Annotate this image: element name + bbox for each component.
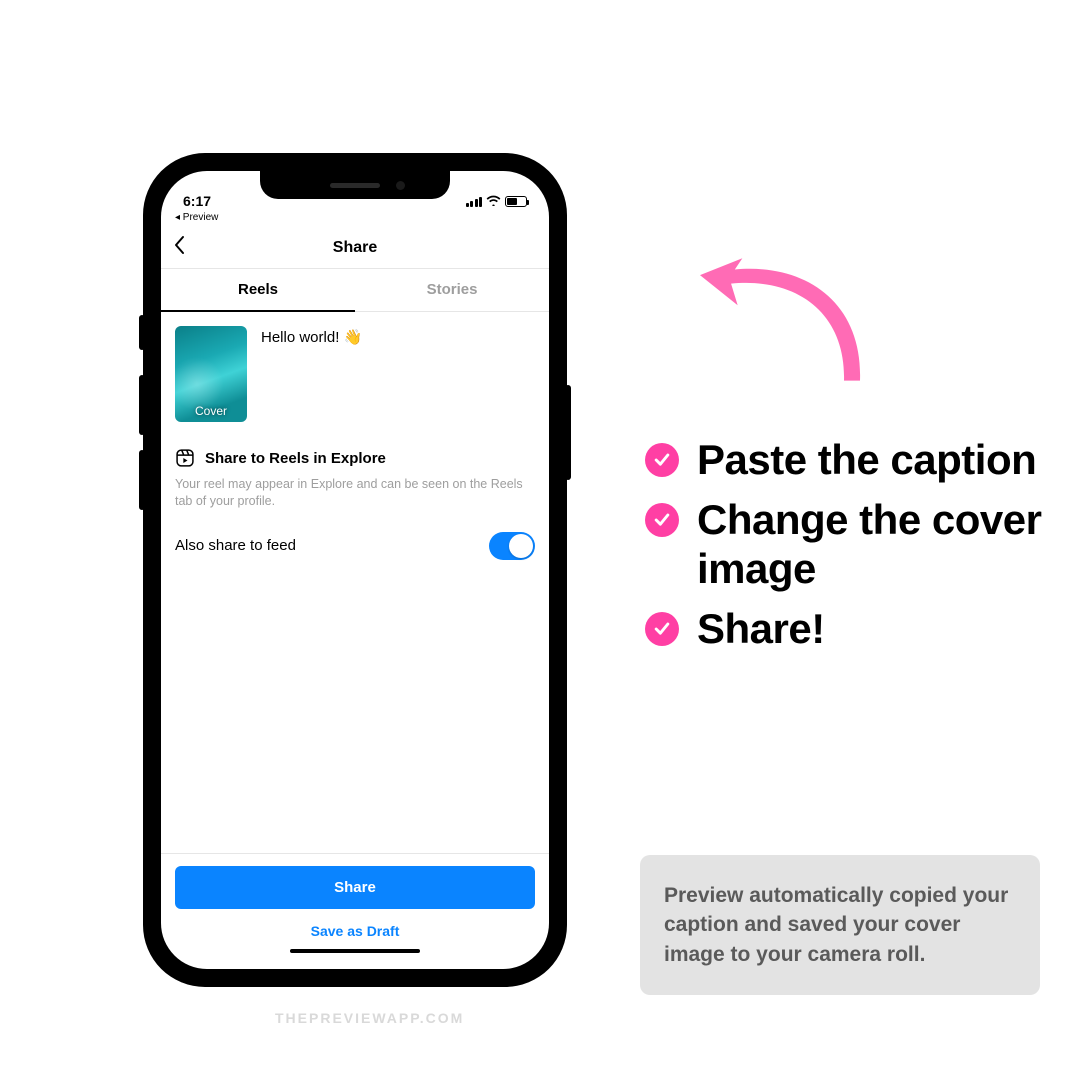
- home-indicator[interactable]: [290, 949, 420, 954]
- checklist-item: Paste the caption: [645, 435, 1045, 485]
- nav-header: Share: [161, 227, 549, 269]
- explore-description: Your reel may appear in Explore and can …: [175, 476, 535, 510]
- checklist: Paste the caption Change the cover image…: [645, 435, 1045, 663]
- tabs: Reels Stories: [161, 269, 549, 312]
- explore-section: Share to Reels in Explore Your reel may …: [161, 430, 549, 510]
- caption-input[interactable]: Hello world! 👋: [261, 326, 362, 422]
- checklist-item: Change the cover image: [645, 495, 1045, 594]
- save-draft-button[interactable]: Save as Draft: [175, 909, 535, 945]
- phone-frame: 6:17 ◂ Preview Share Reels Stories Cover: [145, 155, 565, 985]
- arrow-icon: [680, 230, 880, 390]
- phone-screen: 6:17 ◂ Preview Share Reels Stories Cover: [161, 171, 549, 969]
- wifi-icon: [486, 194, 501, 209]
- back-to-app[interactable]: ◂ Preview: [161, 211, 549, 227]
- tab-stories[interactable]: Stories: [355, 269, 549, 311]
- bottom-actions: Share Save as Draft: [161, 853, 549, 970]
- checklist-text: Change the cover image: [697, 495, 1045, 594]
- tab-reels[interactable]: Reels: [161, 269, 355, 312]
- phone-notch: [260, 171, 450, 199]
- info-text: Preview automatically copied your captio…: [664, 881, 1016, 969]
- status-time: 6:17: [183, 193, 211, 209]
- compose-area: Cover Hello world! 👋: [161, 312, 549, 430]
- reels-icon: [175, 448, 195, 468]
- share-button[interactable]: Share: [175, 866, 535, 909]
- info-box: Preview automatically copied your captio…: [640, 855, 1040, 995]
- checklist-text: Share!: [697, 604, 825, 654]
- signal-icon: [466, 197, 483, 207]
- check-icon: [645, 503, 679, 537]
- back-chevron-icon[interactable]: [173, 235, 185, 261]
- checklist-item: Share!: [645, 604, 1045, 654]
- feed-toggle-row: Also share to feed: [161, 510, 549, 560]
- phone-side-button: [565, 385, 571, 480]
- watermark: THEPREVIEWAPP.COM: [275, 1010, 464, 1026]
- phone-side-button: [139, 450, 145, 510]
- phone-side-button: [139, 375, 145, 435]
- explore-title: Share to Reels in Explore: [205, 450, 386, 467]
- feed-toggle-label: Also share to feed: [175, 537, 296, 554]
- page-title: Share: [161, 239, 549, 257]
- check-icon: [645, 612, 679, 646]
- feed-toggle-switch[interactable]: [489, 532, 535, 560]
- cover-thumbnail[interactable]: Cover: [175, 326, 247, 422]
- checklist-text: Paste the caption: [697, 435, 1036, 485]
- cover-label: Cover: [175, 404, 247, 418]
- battery-icon: [505, 196, 527, 207]
- phone-side-button: [139, 315, 145, 350]
- check-icon: [645, 443, 679, 477]
